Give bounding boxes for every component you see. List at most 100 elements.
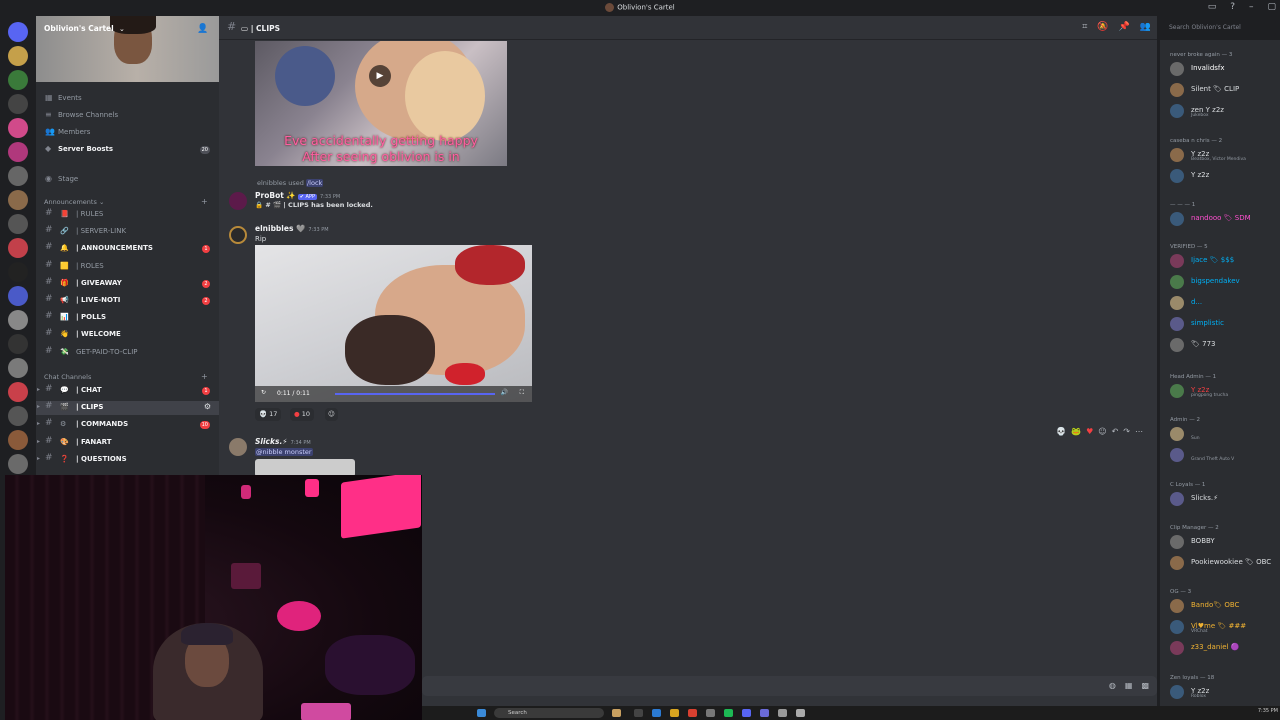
server-icon[interactable]: [8, 406, 28, 426]
member-item[interactable]: Pookiewookiee 🏷 OBC: [1170, 555, 1278, 571]
folder-icon[interactable]: [670, 709, 679, 717]
app-icon[interactable]: [760, 709, 769, 717]
member-item[interactable]: Bando🏷 OBC: [1170, 598, 1278, 614]
add-channel-icon[interactable]: +: [201, 197, 208, 206]
member-item[interactable]: Vl♥me 🏷 ### VRChat: [1170, 619, 1278, 635]
server-icon[interactable]: [8, 190, 28, 210]
pin-icon[interactable]: 📌: [1119, 22, 1130, 32]
server-icon[interactable]: [8, 70, 28, 90]
member-item[interactable]: Y z2z pingpong trucha: [1170, 383, 1278, 399]
add-reaction-icon[interactable]: ☺: [1098, 427, 1106, 436]
nav-browse-channels[interactable]: ≡ Browse Channels: [36, 109, 219, 123]
emoji-icon[interactable]: 🐸: [1071, 427, 1081, 436]
channel-item[interactable]: # 💸 GET-PAID-TO-CLIP: [36, 346, 219, 360]
member-item[interactable]: Sun: [1170, 426, 1278, 442]
server-icon[interactable]: [8, 142, 28, 162]
play-icon[interactable]: ▶: [369, 65, 391, 87]
member-list-icon[interactable]: 👥: [1140, 22, 1151, 32]
gift-icon[interactable]: ◍: [1109, 681, 1116, 690]
video-progress-bar[interactable]: [335, 393, 495, 395]
member-item[interactable]: bigspendakev: [1170, 274, 1278, 290]
nav-server-boosts[interactable]: ◆ Server Boosts 20: [36, 143, 219, 157]
member-item[interactable]: Y z2z: [1170, 168, 1278, 184]
server-icon[interactable]: [8, 118, 28, 138]
mention[interactable]: @nibble monster: [255, 448, 313, 456]
channel-item[interactable]: # 📕 | RULES: [36, 208, 219, 222]
video-attachment[interactable]: ↻ 0:11 / 0:11 🔊 ⛶: [255, 245, 532, 402]
member-item[interactable]: Grand Theft Auto V: [1170, 447, 1278, 463]
mute-icon[interactable]: 🔕: [1097, 22, 1108, 32]
app-launcher-icon[interactable]: ▩: [1141, 681, 1149, 690]
skull-reaction-icon[interactable]: 💀: [1056, 427, 1066, 436]
app-icon[interactable]: [796, 709, 805, 717]
maximize-icon[interactable]: ▢: [1267, 2, 1276, 12]
volume-icon[interactable]: 🔊: [501, 389, 508, 396]
member-item[interactable]: d...: [1170, 295, 1278, 311]
channel-settings-icon[interactable]: ⚙: [204, 402, 211, 411]
server-icon[interactable]: [8, 358, 28, 378]
video-attachment[interactable]: ▶ Eve accidentally getting happy After s…: [255, 41, 507, 166]
channel-item[interactable]: ▸ # ❓ | QUESTIONS: [36, 453, 219, 467]
member-item[interactable]: nandooo 🏷 SDM: [1170, 211, 1278, 227]
help-icon[interactable]: ?: [1230, 2, 1235, 12]
app-icon[interactable]: [634, 709, 643, 717]
server-icon[interactable]: [8, 310, 28, 330]
channel-item[interactable]: ▸ # 💬 | CHAT 1: [36, 384, 219, 398]
probot-avatar[interactable]: [229, 192, 247, 210]
member-item[interactable]: z33_daniel 🟣: [1170, 640, 1278, 656]
add-user-icon[interactable]: 👤: [197, 24, 208, 34]
member-item[interactable]: Slicks.⚡: [1170, 491, 1278, 507]
member-item[interactable]: Invalidsfx: [1170, 61, 1278, 77]
member-item[interactable]: zen Y z2z Jukebox: [1170, 103, 1278, 119]
channel-item[interactable]: ▸ # 🎬 | CLIPS ⚙: [36, 401, 219, 416]
server-search-input[interactable]: Search Oblivion's Cartel: [1163, 20, 1276, 36]
member-item[interactable]: 🏷 773: [1170, 337, 1278, 353]
server-icon[interactable]: [8, 334, 28, 354]
channel-item[interactable]: # 📊 | POLLS: [36, 311, 219, 325]
more-icon[interactable]: ⋯: [1135, 427, 1143, 436]
server-icon[interactable]: [8, 166, 28, 186]
category-announcements[interactable]: Announcements ⌄ +: [44, 197, 208, 206]
discord-icon[interactable]: [742, 709, 751, 717]
minimize-icon[interactable]: –: [1249, 2, 1254, 12]
reply-icon[interactable]: ↶: [1112, 427, 1119, 436]
user-avatar[interactable]: [229, 438, 247, 456]
channel-item[interactable]: # 🟨 | ROLES: [36, 260, 219, 274]
member-item[interactable]: Y z2z Beatbox, Victor Mendiva: [1170, 147, 1278, 163]
channel-item[interactable]: # 🎁 | GIVEAWAY 2: [36, 277, 219, 291]
chrome-icon[interactable]: [688, 709, 697, 717]
member-item[interactable]: BOBBY: [1170, 534, 1278, 550]
user-avatar[interactable]: [229, 226, 247, 244]
app-icon[interactable]: [778, 709, 787, 717]
threads-icon[interactable]: ⌗: [1082, 22, 1087, 32]
dm-home-icon[interactable]: [8, 22, 28, 42]
server-icon[interactable]: [8, 286, 28, 306]
server-icon[interactable]: [8, 454, 28, 474]
server-name[interactable]: Oblivion's Cartel: [44, 24, 114, 33]
channel-item[interactable]: # 🔔 | ANNOUNCEMENTS 1: [36, 242, 219, 256]
channel-item[interactable]: ▸ # ⚙ | COMMANDS 10: [36, 418, 219, 432]
member-item[interactable]: simplistic: [1170, 316, 1278, 332]
reaction-skull[interactable]: 💀 17: [255, 408, 282, 421]
server-icon[interactable]: [8, 430, 28, 450]
add-channel-icon[interactable]: +: [201, 372, 208, 381]
channel-item[interactable]: ▸ # 🎨 | FANART: [36, 436, 219, 450]
reaction-red[interactable]: ● 10: [290, 408, 315, 421]
server-icon[interactable]: [8, 46, 28, 66]
server-icon[interactable]: [8, 214, 28, 234]
member-item[interactable]: Y z2z Roblox: [1170, 684, 1278, 700]
server-icon[interactable]: [8, 382, 28, 402]
forward-icon[interactable]: ↷: [1123, 427, 1130, 436]
server-banner[interactable]: Oblivion's Cartel ⌄ 👤: [36, 16, 219, 82]
category-chat-channels[interactable]: Chat Channels +: [44, 372, 208, 381]
message-composer[interactable]: ◍ ▦ ▩: [422, 676, 1157, 696]
member-item[interactable]: Silent 🏷 CLIP: [1170, 82, 1278, 98]
server-icon[interactable]: [8, 262, 28, 282]
server-icon[interactable]: [8, 94, 28, 114]
server-icon[interactable]: [8, 238, 28, 258]
inbox-icon[interactable]: ▭: [1208, 2, 1217, 12]
channel-item[interactable]: # 📢 | LIVE-NOTI 2: [36, 294, 219, 308]
start-icon[interactable]: [477, 709, 486, 717]
nav-members[interactable]: 👥 Members: [36, 126, 219, 140]
sticker-icon[interactable]: ▦: [1125, 681, 1133, 690]
